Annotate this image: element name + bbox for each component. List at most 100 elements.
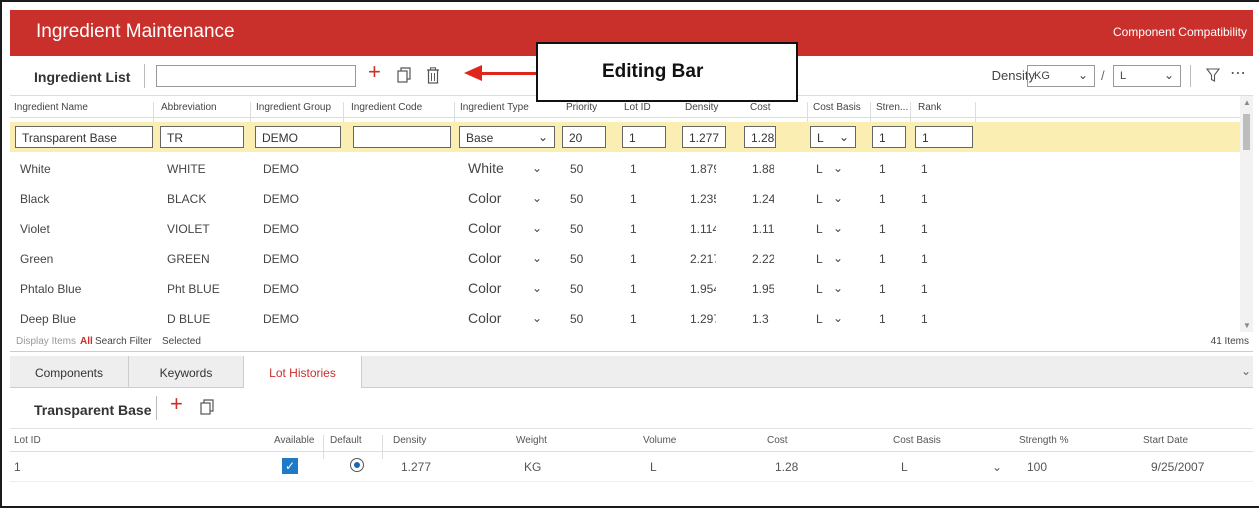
priority-field[interactable]: 20 <box>562 126 606 148</box>
tab-components[interactable]: Components <box>10 356 129 388</box>
cost-basis-cell[interactable]: L <box>816 252 823 266</box>
ingredient-type-cell[interactable]: Color <box>468 280 501 296</box>
filter-all-option[interactable]: All <box>80 336 93 347</box>
ingredient-type-cell[interactable]: White <box>468 160 504 176</box>
chevron-down-icon[interactable]: ⌄ <box>833 251 843 265</box>
column-header[interactable]: Priority <box>566 102 597 113</box>
column-header[interactable]: Lot ID <box>14 435 41 446</box>
table-row[interactable]: Deep Blue D BLUE DEMO Color ⌄ 50 1 1.297… <box>10 303 1240 332</box>
column-header[interactable]: Start Date <box>1143 435 1188 446</box>
column-header[interactable]: Cost <box>767 435 788 446</box>
volume-cell: L <box>650 460 657 474</box>
table-row[interactable]: White WHITE DEMO White ⌄ 50 1 1.879 1.88… <box>10 153 1240 183</box>
cost-basis-cell[interactable]: L <box>816 222 823 236</box>
cost-cell: 1.24 <box>752 192 774 206</box>
volume-unit-select[interactable]: L ⌄ <box>1113 65 1181 87</box>
chevron-down-icon: ⌄ <box>1163 68 1174 82</box>
ingredient-type-cell[interactable]: Color <box>468 220 501 236</box>
column-divider <box>807 102 808 124</box>
chevron-down-icon[interactable]: ⌄ <box>833 161 843 175</box>
ingredient-type-cell[interactable]: Color <box>468 310 501 326</box>
chevron-down-icon: ⌄ <box>537 130 548 144</box>
chevron-down-icon[interactable]: ⌄ <box>992 460 1002 474</box>
column-header[interactable]: Density <box>685 102 718 113</box>
column-header[interactable]: Ingredient Code <box>351 102 422 113</box>
density-unit-select[interactable]: KG ⌄ <box>1027 65 1095 87</box>
copy-icon[interactable] <box>397 67 411 83</box>
tab-keywords[interactable]: Keywords <box>129 356 244 388</box>
column-header[interactable]: Ingredient Group <box>256 102 331 113</box>
column-header[interactable]: Volume <box>643 435 676 446</box>
ingredient-type-cell[interactable]: Color <box>468 250 501 266</box>
add-icon[interactable]: + <box>368 61 381 83</box>
table-row[interactable]: Black BLACK DEMO Color ⌄ 50 1 1.235 1.24… <box>10 183 1240 213</box>
chevron-down-icon[interactable]: ⌄ <box>833 311 843 325</box>
ingredient-code-field[interactable] <box>353 126 451 148</box>
table-row[interactable]: Green GREEN DEMO Color ⌄ 50 1 2.217 2.22… <box>10 243 1240 273</box>
ingredient-group-field[interactable]: DEMO <box>255 126 341 148</box>
column-header[interactable]: Available <box>274 435 314 446</box>
filter-selected-option[interactable]: Selected <box>162 336 201 347</box>
column-header[interactable]: Cost Basis <box>813 102 861 113</box>
table-row[interactable]: Violet VIOLET DEMO Color ⌄ 50 1 1.114 1.… <box>10 213 1240 243</box>
column-header[interactable]: Cost Basis <box>893 435 941 446</box>
cost-field[interactable]: 1.28 <box>744 126 776 148</box>
ingredient-type-cell[interactable]: Color <box>468 190 501 206</box>
column-header[interactable]: Cost <box>750 102 771 113</box>
chevron-down-icon[interactable]: ⌄ <box>532 161 542 175</box>
chevron-down-icon[interactable]: ⌄ <box>532 191 542 205</box>
chevron-down-icon[interactable]: ⌄ <box>833 221 843 235</box>
column-header[interactable]: Lot ID <box>624 102 651 113</box>
tab-lot-histories[interactable]: Lot Histories <box>244 356 362 388</box>
cost-basis-cell[interactable]: L <box>901 460 908 474</box>
copy-icon[interactable] <box>200 399 214 415</box>
grid-scrollbar[interactable]: ▲ ▼ <box>1240 96 1253 332</box>
toolbar-divider <box>144 64 145 88</box>
column-header[interactable]: Default <box>330 435 362 446</box>
scrollbar-thumb[interactable] <box>1243 114 1250 150</box>
add-icon[interactable]: + <box>170 393 183 415</box>
abbreviation-field[interactable]: TR <box>160 126 244 148</box>
more-icon[interactable]: ⋯ <box>1230 64 1246 84</box>
chevron-down-icon[interactable]: ⌄ <box>532 281 542 295</box>
cost-basis-select[interactable]: L ⌄ <box>810 126 856 148</box>
ingredient-name-field[interactable]: Transparent Base <box>15 126 153 148</box>
column-header[interactable]: Strength % <box>1019 435 1068 446</box>
chevron-down-icon[interactable]: ⌄ <box>833 191 843 205</box>
chevron-down-icon[interactable]: ⌄ <box>532 251 542 265</box>
cost-basis-cell[interactable]: L <box>816 162 823 176</box>
priority-cell: 50 <box>570 312 584 326</box>
available-checkbox[interactable]: ✓ <box>282 458 298 474</box>
filter-icon[interactable] <box>1206 68 1220 82</box>
rank-field[interactable]: 1 <box>915 126 973 148</box>
column-header[interactable]: Density <box>393 435 426 446</box>
chevron-down-icon[interactable]: ⌄ <box>532 221 542 235</box>
component-compatibility-link[interactable]: Component Compatibility <box>1113 25 1247 39</box>
default-radio[interactable] <box>350 458 364 472</box>
chevron-down-icon[interactable]: ⌄ <box>1241 364 1251 378</box>
table-row[interactable]: 1 ✓ 1.277 KG L 1.28 L ⌄ 100 9/25/2007 <box>10 452 1253 482</box>
delete-icon[interactable] <box>426 67 440 84</box>
column-header[interactable]: Ingredient Type <box>460 102 529 113</box>
search-input[interactable] <box>156 65 356 87</box>
cost-basis-cell[interactable]: L <box>816 192 823 206</box>
table-row-editing[interactable]: Transparent Base TR DEMO Base ⌄ 20 1 1.2… <box>10 122 1240 152</box>
strength-field[interactable]: 1 <box>872 126 906 148</box>
column-header[interactable]: Ingredient Name <box>14 102 88 113</box>
cost-basis-cell[interactable]: L <box>816 282 823 296</box>
column-header[interactable]: Stren... <box>876 102 908 113</box>
column-header[interactable]: Weight <box>516 435 547 446</box>
chevron-down-icon[interactable]: ⌄ <box>833 281 843 295</box>
scroll-down-icon[interactable]: ▼ <box>1243 321 1251 330</box>
cost-basis-cell[interactable]: L <box>816 312 823 326</box>
lot-id-field[interactable]: 1 <box>622 126 666 148</box>
filter-search-option[interactable]: Search Filter <box>95 336 152 347</box>
table-row[interactable]: Phtalo Blue Pht BLUE DEMO Color ⌄ 50 1 1… <box>10 273 1240 303</box>
ingredient-group-cell: DEMO <box>263 222 299 236</box>
density-field[interactable]: 1.277 <box>682 126 726 148</box>
chevron-down-icon[interactable]: ⌄ <box>532 311 542 325</box>
scroll-up-icon[interactable]: ▲ <box>1243 98 1251 107</box>
column-header[interactable]: Rank <box>918 102 941 113</box>
column-header[interactable]: Abbreviation <box>161 102 217 113</box>
ingredient-type-select[interactable]: Base ⌄ <box>459 126 555 148</box>
